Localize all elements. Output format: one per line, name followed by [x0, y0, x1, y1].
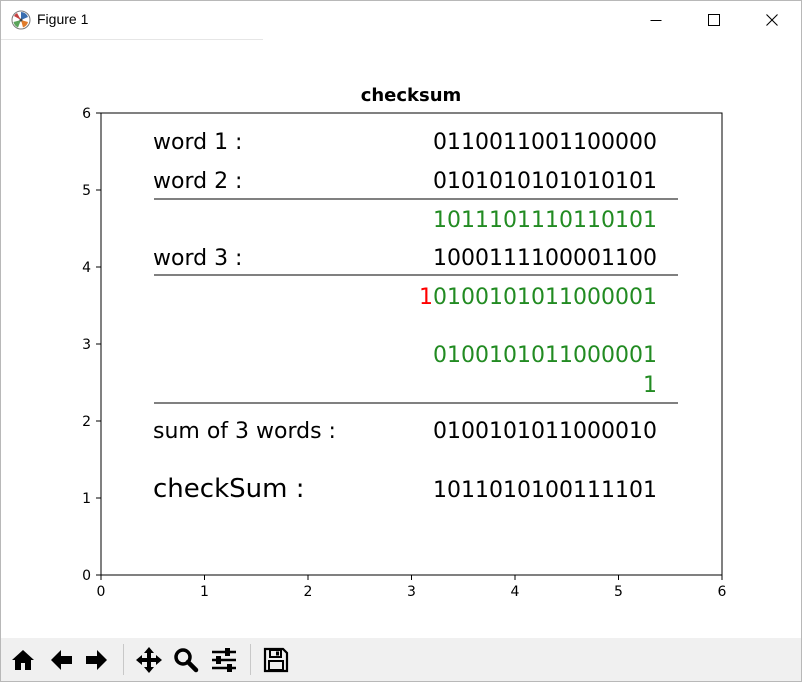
x-tick-label: 5 [614, 584, 623, 600]
y-tick-label: 2 [82, 414, 91, 430]
arrow-left-icon [51, 649, 72, 670]
value-wrapped-sum: 0100101011000001 [433, 343, 657, 368]
close-button[interactable] [749, 1, 795, 39]
navigation-toolbar [1, 638, 801, 681]
minimize-button[interactable] [633, 1, 679, 39]
label-checksum: checkSum : [153, 474, 304, 504]
home-button[interactable] [8, 644, 38, 675]
figure-window: Figure 1 checksum 0 1 2 3 4 5 6 0 1 2 3 4 5 6 word 1 … [0, 0, 802, 682]
x-tick-label: 3 [407, 584, 416, 600]
sum-without-carry: 0100101011000001 [433, 285, 657, 310]
value-checksum: 1011010100111101 [433, 478, 657, 503]
label-word-3: word 3 : [153, 246, 242, 271]
label-word-1: word 1 : [153, 130, 242, 155]
x-tick-label: 4 [511, 584, 520, 600]
value-word-3: 1000111100001100 [433, 246, 657, 271]
toolbar-separator [123, 644, 124, 675]
configure-subplots-button[interactable] [209, 644, 239, 675]
value-sum-with-carry: 10100101011000001 [419, 285, 657, 310]
floppy-disk-icon [263, 647, 289, 672]
plot-title: checksum [361, 85, 462, 106]
label-sum-of-3-words: sum of 3 words : [153, 419, 336, 444]
home-icon [12, 649, 34, 670]
pan-button[interactable] [134, 644, 164, 675]
x-tick-label: 2 [304, 584, 313, 600]
x-tick-label: 6 [718, 584, 727, 600]
magnifier-icon [174, 647, 199, 672]
value-partial-sum: 1011101110110101 [433, 208, 657, 233]
y-tick-label: 1 [82, 491, 91, 507]
x-tick-label: 0 [97, 584, 106, 600]
x-tick-label: 1 [200, 584, 209, 600]
value-word-1: 0110011001100000 [433, 130, 657, 155]
figure-canvas[interactable]: checksum 0 1 2 3 4 5 6 0 1 2 3 4 5 6 word 1 : 0110011… [1, 40, 801, 638]
figure-plot: checksum 0 1 2 3 4 5 6 0 1 2 3 4 5 6 word 1 : 0110011… [82, 85, 727, 600]
arrow-right-icon [86, 649, 107, 670]
label-word-2: word 2 : [153, 169, 242, 194]
close-icon [766, 14, 778, 26]
y-tick-label: 3 [82, 337, 91, 353]
y-tick-label: 4 [82, 260, 91, 276]
value-word-2: 0101010101010101 [433, 169, 657, 194]
sliders-icon [212, 647, 236, 672]
window-title: Figure 1 [37, 11, 89, 27]
maximize-icon [708, 14, 720, 26]
back-button[interactable] [46, 644, 76, 675]
y-tick-label: 5 [82, 183, 91, 199]
overflow-carry-digit: 1 [419, 285, 433, 310]
save-button[interactable] [261, 644, 291, 675]
forward-button[interactable] [82, 644, 112, 675]
zoom-button[interactable] [171, 644, 201, 675]
value-sum: 0100101011000010 [433, 419, 657, 444]
maximize-button[interactable] [691, 1, 737, 39]
value-carry-add: 1 [643, 373, 657, 398]
move-icon [136, 646, 162, 673]
minimize-icon [650, 20, 662, 21]
y-tick-label: 6 [82, 106, 91, 122]
toolbar-separator [250, 644, 251, 675]
title-bar[interactable]: Figure 1 [1, 1, 801, 39]
matplotlib-logo-icon [11, 10, 31, 30]
y-tick-label: 0 [82, 568, 91, 584]
